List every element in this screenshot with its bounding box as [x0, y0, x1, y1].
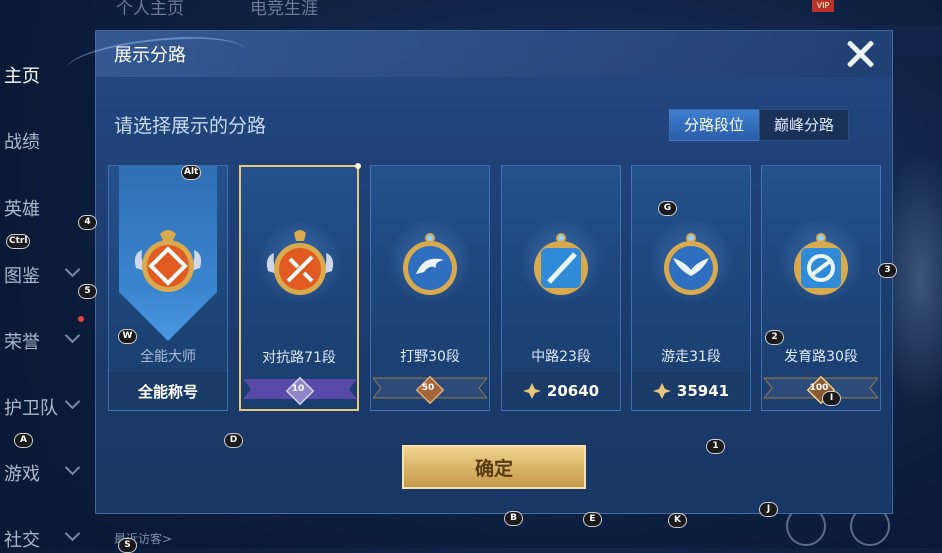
sidebar-item-home[interactable]: 主页: [4, 62, 40, 88]
card-name: 游走31段: [661, 349, 721, 365]
chevron-down-icon: [64, 327, 81, 344]
hotkey-badge: Alt: [181, 165, 202, 180]
nav-esports-career[interactable]: 电竞生涯: [250, 0, 318, 19]
mid-lane-emblem-icon: [534, 233, 588, 295]
sidebar-item-guard-team[interactable]: 护卫队: [4, 394, 58, 420]
hotkey-badge: A: [14, 433, 33, 448]
card-name: 对抗路71段: [262, 350, 336, 366]
hotkey-badge: Ctrl: [6, 234, 31, 249]
rank-number: 50: [421, 383, 435, 393]
lane-card-all-rounder[interactable]: 全能大师 全能称号: [108, 165, 228, 411]
hotkey-badge: B: [504, 511, 523, 526]
notification-dot: [78, 316, 84, 322]
tab-peak-lane[interactable]: 巅峰分路: [759, 109, 850, 141]
farm-lane-emblem-icon: [794, 233, 848, 295]
chevron-down-icon: [64, 393, 81, 410]
card-footer-title: 全能称号: [109, 372, 227, 410]
hotkey-badge: D: [224, 433, 243, 448]
dialog-body: 请选择展示的分路 分路段位 巅峰分路 全能大师 全能称号 对抗路71段 10 打…: [96, 77, 892, 513]
rank-badge: 50: [415, 375, 445, 405]
lane-card-jungle[interactable]: 打野30段 50: [370, 165, 490, 411]
roam-emblem-icon: [664, 233, 718, 295]
peak-score-value: 35941: [676, 382, 730, 400]
background-sidebar: 主页 战绩 英雄 图鉴 荣誉 护卫队 游戏 社交: [0, 0, 95, 551]
hotkey-badge: I: [822, 391, 841, 406]
hotkey-badge: J: [759, 502, 778, 517]
rank-number: 10: [291, 384, 305, 394]
card-footer-score: 20640: [502, 372, 620, 410]
dialog-prompt: 请选择展示的分路: [114, 115, 267, 137]
sidebar-item-codex[interactable]: 图鉴: [4, 262, 40, 288]
peak-score-icon: [522, 383, 541, 399]
tab-lane-rank[interactable]: 分路段位: [669, 109, 760, 141]
hotkey-badge: G: [658, 201, 677, 216]
display-lane-dialog: 展示分路 请选择展示的分路 分路段位 巅峰分路 全能大师 全能称号 对抗路71段…: [64, 29, 893, 514]
lane-mode-tabs: 分路段位 巅峰分路: [669, 109, 850, 141]
card-name: 打野30段: [400, 349, 460, 365]
sidebar-item-honor[interactable]: 荣誉: [4, 328, 40, 354]
dialog-header: 展示分路: [64, 29, 892, 91]
chevron-down-icon: [64, 459, 81, 476]
hotkey-badge: 4: [78, 215, 97, 230]
chevron-down-icon: [64, 261, 81, 278]
rank-badge: 10: [285, 376, 315, 406]
sidebar-item-record[interactable]: 战绩: [4, 128, 40, 154]
hotkey-badge: W: [118, 329, 137, 344]
hotkey-badge: 2: [765, 330, 784, 345]
hotkey-badge: 1: [706, 439, 725, 454]
sidebar-item-heroes[interactable]: 英雄: [4, 195, 40, 221]
background-top-nav: 个人主页 电竞生涯: [0, 0, 942, 22]
nav-profile-home[interactable]: 个人主页: [116, 0, 184, 19]
vip-badge: VIP: [812, 0, 834, 12]
close-button[interactable]: [843, 37, 877, 71]
lane-card-farm-lane[interactable]: 发育路30段 100: [761, 165, 881, 411]
sidebar-item-games[interactable]: 游戏: [4, 460, 40, 486]
clash-lane-emblem-icon: [266, 230, 334, 295]
hotkey-badge: S: [118, 538, 137, 553]
card-name: 发育路30段: [784, 349, 858, 365]
confirm-button[interactable]: 确定: [402, 445, 586, 489]
hotkey-badge: E: [583, 512, 602, 527]
lane-card-roam[interactable]: 游走31段 35941: [631, 165, 751, 411]
peak-score-icon: [652, 383, 671, 399]
lane-card-mid-lane[interactable]: 中路23段 20640: [501, 165, 621, 411]
hotkey-badge: K: [668, 513, 687, 528]
dialog-title: 展示分路: [114, 45, 186, 66]
jungle-emblem-icon: [403, 233, 457, 295]
all-rounder-emblem-icon: [134, 230, 202, 292]
lane-card-clash-lane[interactable]: 对抗路71段 10: [239, 163, 361, 411]
card-name: 全能大师: [140, 349, 196, 365]
hotkey-badge: 5: [78, 284, 97, 299]
selected-indicator: [355, 163, 361, 169]
hotkey-badge: 3: [878, 263, 897, 278]
card-name: 中路23段: [531, 349, 591, 365]
sidebar-item-social[interactable]: 社交: [4, 526, 40, 552]
chevron-down-icon: [64, 525, 81, 542]
card-footer-score: 35941: [632, 372, 750, 410]
peak-score-value: 20640: [546, 382, 600, 400]
